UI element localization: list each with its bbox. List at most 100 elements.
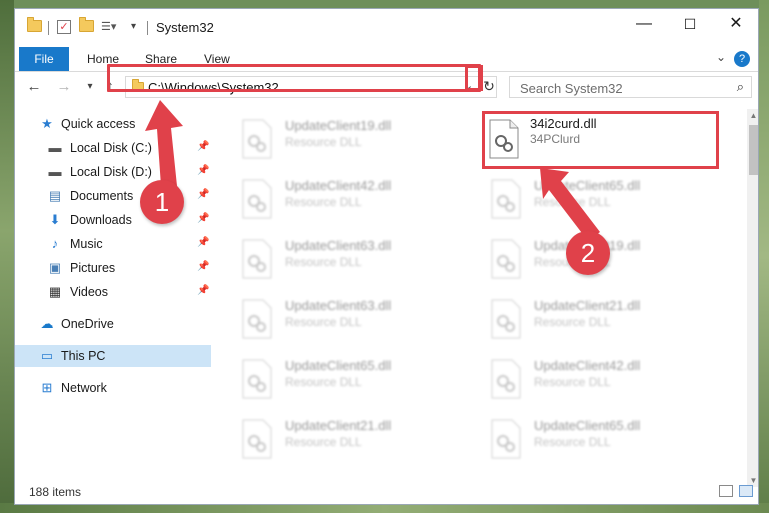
search-icon[interactable]: ⌕	[737, 79, 744, 95]
file-name: UpdateClient42.dll	[534, 358, 641, 373]
pin-icon[interactable]: 📌	[197, 165, 209, 176]
sidebar-item-music[interactable]: ♪ Music 📌	[15, 233, 211, 255]
sidebar-item-local-disk-d[interactable]: ▬ Local Disk (D:) 📌	[15, 161, 211, 183]
file-type: Resource DLL	[534, 375, 611, 389]
sidebar-item-label: Videos	[70, 285, 108, 299]
file-type: Resource DLL	[285, 255, 362, 269]
properties-icon[interactable]: ✓	[57, 20, 71, 34]
sidebar-item-label: Local Disk (D:)	[70, 165, 152, 179]
file-item[interactable]: UpdateClient65.dll Resource DLL	[474, 413, 714, 463]
pin-icon[interactable]: 📌	[197, 213, 209, 224]
help-icon[interactable]: ?	[734, 51, 750, 67]
tab-file[interactable]: File	[19, 47, 69, 71]
quick-access-dropdown-icon[interactable]: ▾	[131, 20, 136, 36]
recent-locations-icon[interactable]: ▾	[81, 78, 99, 96]
file-name: UpdateClient65.dll	[534, 178, 641, 193]
file-name: UpdateClient65.dll	[534, 418, 641, 433]
scroll-thumb[interactable]	[749, 125, 758, 175]
dll-file-icon	[242, 179, 272, 219]
expand-ribbon-icon[interactable]: ⌄	[716, 50, 726, 64]
navigation-pane: ★ Quick access ▬ Local Disk (C:) 📌 ▬ Loc…	[15, 109, 211, 469]
sidebar-item-label: Downloads	[70, 213, 132, 227]
sidebar-item-label: This PC	[61, 349, 106, 363]
file-item[interactable]: UpdateClient63.dll Resource DLL	[225, 233, 465, 283]
search-box[interactable]: ⌕	[509, 76, 752, 98]
sidebar-item-videos[interactable]: ▦ Videos 📌	[15, 281, 211, 303]
close-button[interactable]: ✕	[713, 9, 758, 41]
file-item[interactable]: UpdateClient63.dll Resource DLL	[225, 293, 465, 343]
videos-icon: ▦	[48, 284, 62, 299]
file-item[interactable]: UpdateClient21.dll Resource DLL	[225, 413, 465, 463]
dll-file-icon	[242, 359, 272, 399]
details-view-icon[interactable]	[719, 485, 733, 497]
maximize-button[interactable]: ☐	[667, 9, 713, 41]
sidebar-item-label: OneDrive	[61, 317, 114, 331]
window-title: System32	[156, 20, 214, 35]
network-icon: ⊞	[41, 380, 53, 395]
pin-icon[interactable]: 📌	[197, 141, 209, 152]
forward-button[interactable]: →	[55, 78, 73, 96]
drive-icon: ▬	[48, 140, 62, 155]
dll-file-icon	[242, 419, 272, 459]
file-item[interactable]: UpdateClient42.dll Resource DLL	[225, 173, 465, 223]
pin-icon[interactable]: 📌	[197, 237, 209, 248]
file-name: UpdateClient21.dll	[534, 298, 641, 313]
status-bar: 188 items	[15, 480, 758, 504]
desktop-background-left	[0, 0, 14, 513]
file-highlight	[482, 111, 719, 169]
file-name: UpdateClient19.dll	[285, 118, 392, 133]
file-item[interactable]: UpdateClient21.dll Resource DLL	[474, 293, 714, 343]
sidebar-item-downloads[interactable]: ⬇ Downloads 📌	[15, 209, 211, 231]
title-bar: ✓ ☰▾ ▾ System32 — ☐ ✕	[15, 9, 758, 45]
back-button[interactable]: ←	[25, 78, 43, 96]
sidebar-item-onedrive[interactable]: ☁ OneDrive	[15, 313, 211, 335]
sidebar-item-label: Pictures	[70, 261, 116, 275]
address-bar-highlight	[107, 64, 481, 92]
search-input[interactable]	[518, 79, 722, 97]
large-icons-view-icon[interactable]	[739, 485, 753, 497]
file-item[interactable]: UpdateClient65.dll Resource DLL	[225, 353, 465, 403]
music-icon: ♪	[51, 236, 59, 251]
dll-file-icon	[491, 299, 521, 339]
vertical-scrollbar[interactable]: ▲ ▼	[747, 109, 758, 487]
download-icon: ⬇	[49, 212, 61, 227]
dll-file-icon	[242, 119, 272, 159]
file-item[interactable]: UpdateClient65.dll Resource DLL	[474, 173, 714, 223]
file-item[interactable]: UpdateClient19.dll Resource DLL	[225, 113, 465, 163]
star-icon: ★	[41, 116, 53, 131]
file-type: Resource DLL	[534, 195, 611, 209]
computer-icon: ▭	[40, 348, 54, 363]
pin-icon[interactable]: 📌	[197, 285, 209, 296]
sidebar-item-label: Documents	[70, 189, 134, 203]
file-type: Resource DLL	[534, 315, 611, 329]
dll-file-icon	[491, 239, 521, 279]
sidebar-item-pictures[interactable]: ▣ Pictures 📌	[15, 257, 211, 279]
sidebar-item-this-pc[interactable]: ▭ This PC	[15, 345, 211, 367]
dll-file-icon	[242, 239, 272, 279]
file-name: UpdateClient63.dll	[285, 238, 392, 253]
file-name: UpdateClient42.dll	[285, 178, 392, 193]
documents-icon: ▤	[48, 188, 62, 203]
folder-icon	[27, 17, 42, 36]
file-type: Resource DLL	[285, 315, 362, 329]
file-name: UpdateClient65.dll	[285, 358, 392, 373]
sidebar-item-network[interactable]: ⊞ Network	[15, 377, 211, 399]
file-type: Resource DLL	[285, 135, 362, 149]
sidebar-item-quick-access[interactable]: ★ Quick access	[15, 113, 211, 135]
minimize-button[interactable]: —	[621, 9, 667, 41]
file-item[interactable]: UpdateClient42.dll Resource DLL	[474, 353, 714, 403]
file-type: Resource DLL	[285, 195, 362, 209]
separator	[147, 21, 148, 35]
item-count: 188 items	[29, 485, 82, 499]
dll-file-icon	[242, 299, 272, 339]
new-folder-icon[interactable]	[79, 17, 94, 36]
pin-icon[interactable]: 📌	[197, 261, 209, 272]
sidebar-item-local-disk-c[interactable]: ▬ Local Disk (C:) 📌	[15, 137, 211, 159]
sidebar-item-label: Quick access	[61, 117, 136, 131]
customize-toolbar-icon[interactable]: ☰▾	[101, 20, 116, 36]
desktop-background-right	[759, 0, 769, 513]
refresh-icon[interactable]: ↻	[481, 78, 497, 95]
pin-icon[interactable]: 📌	[197, 189, 209, 200]
annotation-marker-1: 1	[140, 180, 184, 224]
scroll-up-icon[interactable]: ▲	[747, 109, 758, 122]
